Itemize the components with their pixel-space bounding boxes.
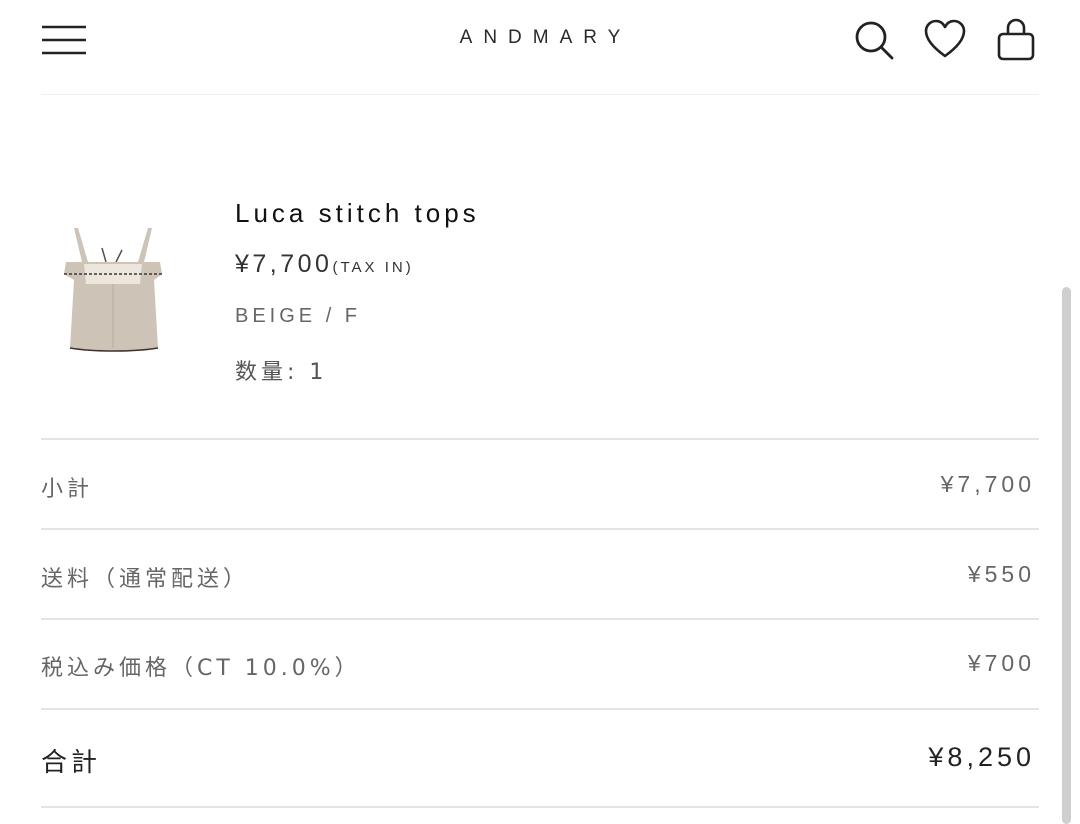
summary-divider [41, 438, 1039, 440]
tax-note: (TAX IN) [332, 259, 414, 276]
quantity-label: 数量: [235, 360, 310, 385]
price-row: ¥7,700(TAX IN) [235, 250, 414, 279]
subtotal-label: 小計 [41, 477, 94, 502]
bag-icon[interactable] [994, 18, 1038, 62]
summary-divider [41, 806, 1039, 808]
scrollbar-thumb[interactable] [1062, 287, 1071, 824]
product-variant: BEIGE / F [235, 305, 362, 327]
shipping-label: 送料（通常配送） [41, 567, 250, 592]
product-name[interactable]: Luca stitch tops [235, 198, 480, 229]
tax-label: 税込み価格（CT 10.0%） [41, 656, 361, 681]
subtotal-value: ¥7,700 [940, 471, 1035, 497]
brand-logo[interactable]: ANDMARY [0, 27, 1080, 49]
header-divider [41, 94, 1039, 95]
quantity-value: 1 [309, 360, 328, 385]
summary-divider [41, 528, 1039, 530]
site-header: ANDMARY [0, 0, 1080, 95]
search-icon[interactable] [852, 18, 896, 62]
tax-value: ¥700 [967, 650, 1035, 676]
summary-divider [41, 708, 1039, 710]
shipping-value: ¥550 [967, 561, 1035, 587]
total-label: 合計 [41, 748, 102, 778]
total-value: ¥8,250 [928, 742, 1035, 772]
quantity-text: 数量: 1 [235, 354, 327, 386]
summary-divider [41, 618, 1039, 620]
heart-icon[interactable] [923, 18, 967, 62]
product-price: ¥7,700 [235, 250, 333, 278]
product-thumbnail[interactable] [54, 222, 172, 358]
